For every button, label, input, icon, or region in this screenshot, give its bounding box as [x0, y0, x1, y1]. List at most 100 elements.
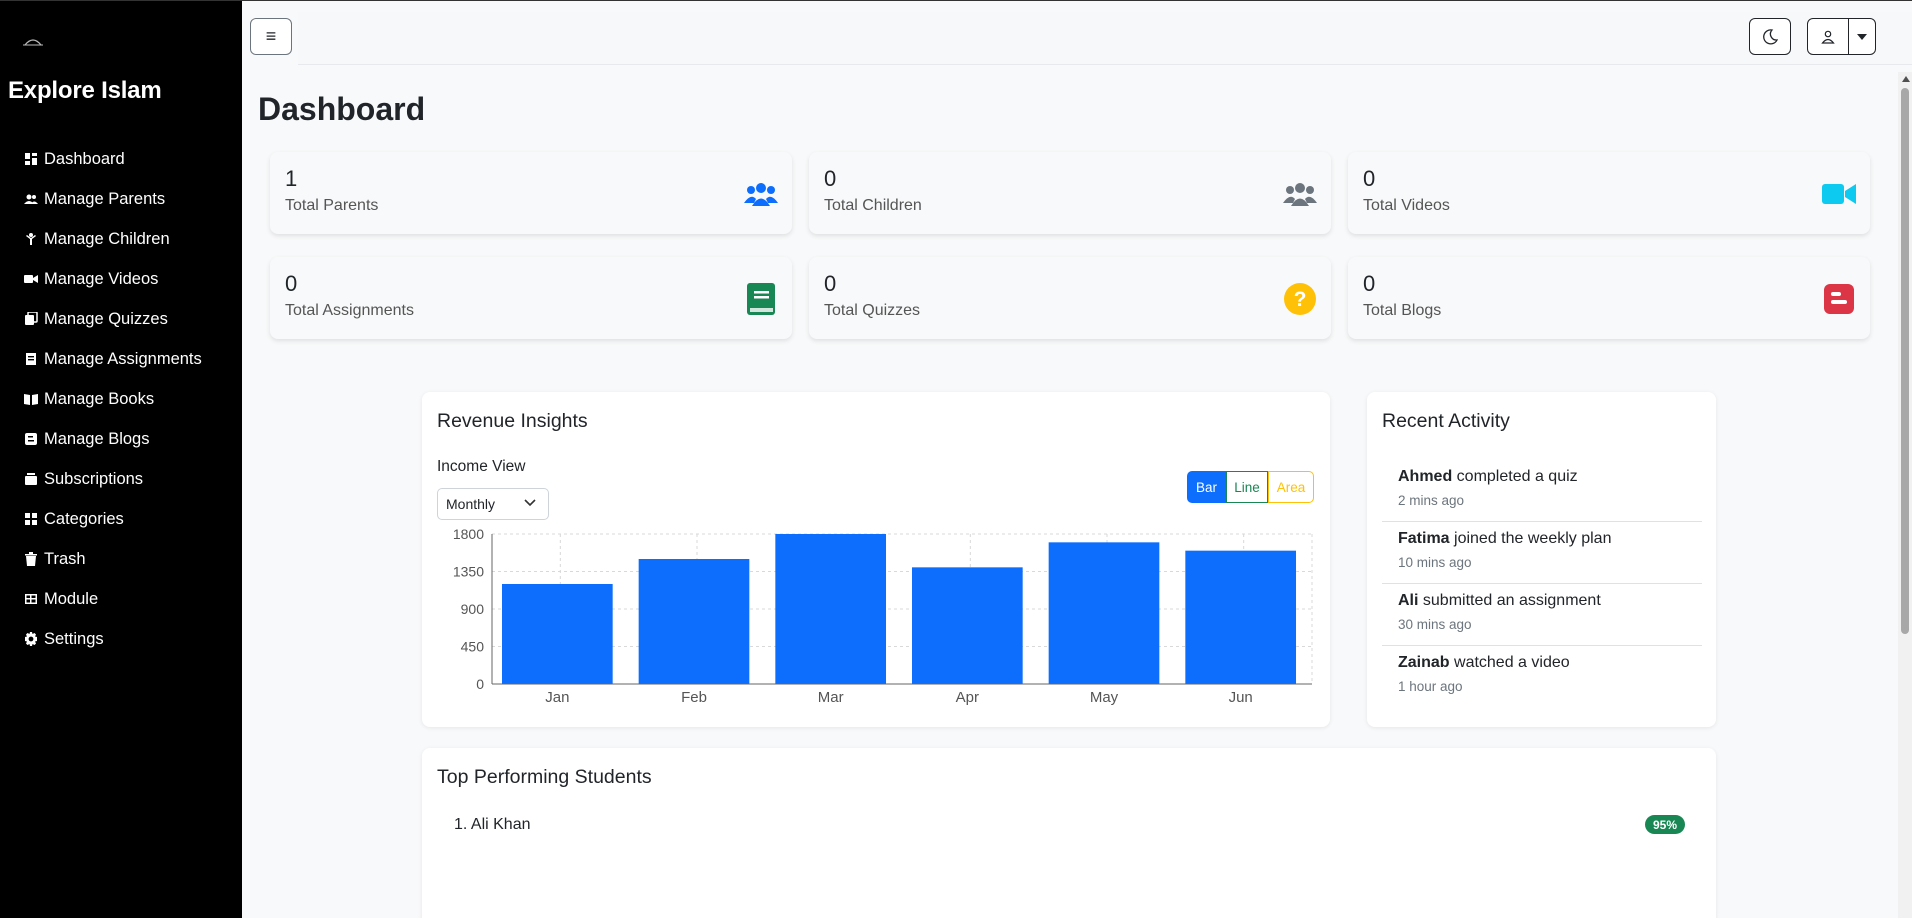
stat-card-quizzes[interactable]: 0 Total Quizzes ?	[809, 257, 1331, 339]
menu-toggle-button[interactable]: ≡	[250, 18, 292, 55]
activity-item: Fatima joined the weekly plan 10 mins ag…	[1382, 522, 1702, 584]
bar-jan	[502, 584, 613, 684]
y-tick-label: 1800	[453, 526, 484, 542]
activity-name: Zainab	[1398, 654, 1450, 671]
users-icon	[744, 178, 778, 210]
quiz-icon	[24, 312, 38, 326]
period-select[interactable]: Monthly	[437, 488, 549, 520]
period-select-value: Monthly	[446, 496, 496, 512]
sidebar-item-module[interactable]: Module	[0, 579, 242, 619]
stat-value: 0	[285, 271, 298, 296]
activity-text: Fatima joined the weekly plan	[1398, 530, 1611, 548]
question-icon: ?	[1283, 283, 1317, 315]
scroll-up-arrow-icon[interactable]	[1902, 76, 1910, 82]
user-dropdown-toggle[interactable]	[1848, 18, 1876, 55]
x-tick-label: Jun	[1229, 689, 1253, 706]
scrollbar[interactable]	[1898, 72, 1912, 918]
sidebar-item-trash[interactable]: Trash	[0, 539, 242, 579]
gear-icon	[24, 632, 38, 646]
stat-card-assignments[interactable]: 0 Total Assignments	[270, 257, 792, 339]
topbar-strip	[298, 12, 1912, 65]
revenue-card: Revenue Insights Income View Monthly Bar…	[422, 392, 1330, 727]
sidebar-item-label: Trash	[44, 549, 86, 568]
chevron-down-icon	[524, 499, 536, 507]
user-icon	[1821, 30, 1835, 44]
chart-type-area-button[interactable]: Area	[1268, 471, 1314, 503]
sidebar-item-subscriptions[interactable]: Subscriptions	[0, 459, 242, 499]
assignment-icon	[24, 352, 38, 366]
sidebar-item-manage-books[interactable]: Manage Books	[0, 379, 242, 419]
user-button[interactable]	[1807, 18, 1849, 55]
hamburger-icon: ≡	[265, 26, 277, 46]
blog-icon	[1822, 283, 1856, 315]
activity-list: Ahmed completed a quiz 2 mins ago Fatima…	[1382, 460, 1702, 708]
income-view-label: Income View	[437, 458, 526, 475]
subscription-icon	[24, 472, 38, 486]
sidebar-item-manage-blogs[interactable]: Manage Blogs	[0, 419, 242, 459]
sidebar-item-label: Manage Books	[44, 389, 155, 408]
sidebar-item-manage-videos[interactable]: Manage Videos	[0, 259, 242, 299]
sidebar-item-label: Manage Quizzes	[44, 309, 168, 328]
recent-activity-title: Recent Activity	[1382, 410, 1510, 432]
activity-time: 1 hour ago	[1398, 679, 1463, 694]
activity-name: Ahmed	[1398, 468, 1453, 485]
activity-item: Zainab watched a video 1 hour ago	[1382, 646, 1702, 708]
video-icon	[1822, 178, 1856, 210]
module-icon	[24, 592, 38, 606]
categories-icon	[24, 512, 38, 526]
book-icon	[24, 392, 38, 406]
score-badge: 95%	[1645, 815, 1686, 834]
activity-action: submitted an assignment	[1418, 592, 1601, 609]
stat-label: Total Assignments	[285, 302, 414, 319]
activity-name: Fatima	[1398, 530, 1450, 547]
sidebar-item-dashboard[interactable]: Dashboard	[0, 139, 242, 179]
x-tick-label: May	[1090, 689, 1119, 706]
x-tick-label: Apr	[956, 689, 979, 706]
theme-toggle-button[interactable]	[1749, 18, 1791, 55]
sidebar-item-manage-children[interactable]: Manage Children	[0, 219, 242, 259]
stat-value: 0	[1363, 271, 1376, 296]
stat-label: Total Children	[824, 197, 922, 214]
activity-action: completed a quiz	[1452, 468, 1578, 485]
sidebar-item-manage-quizzes[interactable]: Manage Quizzes	[0, 299, 242, 339]
users-icon	[1283, 178, 1317, 210]
bar-jun	[1185, 550, 1296, 684]
stat-card-parents[interactable]: 1 Total Parents	[270, 152, 792, 234]
sidebar-item-label: Settings	[44, 629, 104, 648]
x-tick-label: Jan	[545, 689, 569, 706]
recent-activity-card: Recent Activity Ahmed completed a quiz 2…	[1367, 392, 1716, 727]
y-tick-label: 1350	[453, 564, 484, 580]
top-students-card: Top Performing Students 1. Ali Khan 95%	[422, 748, 1716, 918]
activity-text: Ahmed completed a quiz	[1398, 468, 1578, 486]
book-icon	[744, 283, 778, 315]
revenue-title: Revenue Insights	[437, 410, 588, 432]
stat-value: 0	[1363, 166, 1376, 191]
sidebar-item-label: Manage Children	[44, 229, 170, 248]
stat-card-children[interactable]: 0 Total Children	[809, 152, 1331, 234]
moon-icon	[1763, 28, 1778, 45]
topbar: ≡	[242, 1, 1912, 72]
caret-down-icon	[1857, 33, 1867, 40]
activity-text: Ali submitted an assignment	[1398, 592, 1601, 610]
x-tick-label: Feb	[681, 689, 707, 706]
activity-time: 10 mins ago	[1398, 555, 1472, 570]
sidebar-item-manage-parents[interactable]: Manage Parents	[0, 179, 242, 219]
page-title: Dashboard	[258, 91, 426, 127]
sidebar-item-categories[interactable]: Categories	[0, 499, 242, 539]
chart-type-line-button[interactable]: Line	[1226, 471, 1268, 503]
stat-label: Total Parents	[285, 197, 379, 214]
bar-mar	[775, 534, 886, 684]
stat-card-blogs[interactable]: 0 Total Blogs	[1348, 257, 1870, 339]
dashboard-content: Dashboard 1 Total Parents 0 Total Childr…	[242, 72, 1898, 918]
activity-item: Ali submitted an assignment 30 mins ago	[1382, 584, 1702, 646]
brand-title: Explore Islam	[8, 77, 162, 104]
scrollbar-thumb[interactable]	[1901, 88, 1909, 634]
sidebar-item-manage-assignments[interactable]: Manage Assignments	[0, 339, 242, 379]
chart-type-bar-button[interactable]: Bar	[1187, 471, 1226, 503]
activity-item: Ahmed completed a quiz 2 mins ago	[1382, 460, 1702, 522]
svg-text:?: ?	[1294, 288, 1307, 311]
sidebar-item-label: Manage Parents	[44, 189, 166, 208]
revenue-bar-chart: 0 450 900 1350 1800 Jan Feb Mar Apr May Jun	[453, 526, 1313, 706]
stat-card-videos[interactable]: 0 Total Videos	[1348, 152, 1870, 234]
sidebar-item-settings[interactable]: Settings	[0, 619, 242, 659]
